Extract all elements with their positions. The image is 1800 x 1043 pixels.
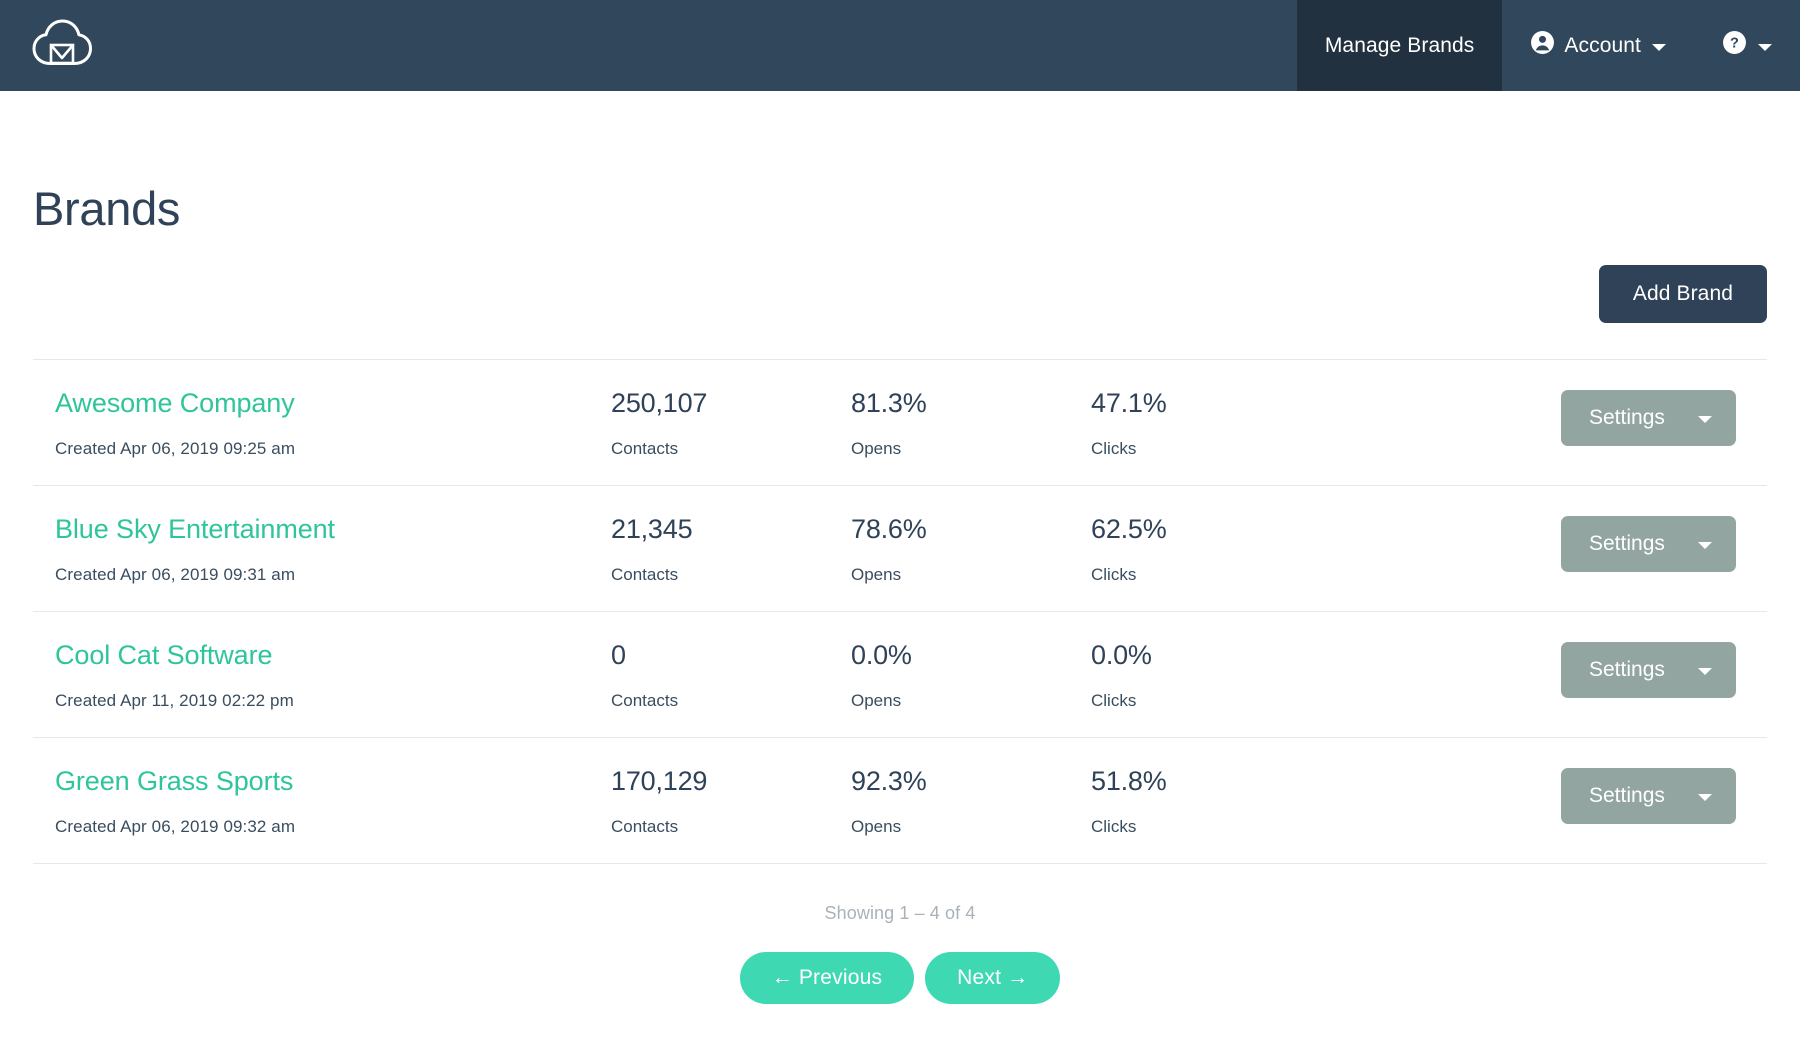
chevron-down-icon (1698, 794, 1712, 801)
stat-contacts-value: 170,129 (611, 766, 851, 797)
stat-opens: 78.6% Opens (851, 514, 1091, 585)
stat-opens-label: Opens (851, 565, 1091, 585)
stat-contacts-value: 21,345 (611, 514, 851, 545)
table-row: Awesome Company Created Apr 06, 2019 09:… (33, 360, 1767, 486)
settings-dropdown-button[interactable]: Settings (1561, 390, 1736, 446)
page-container: Brands Add Brand Awesome Company Created… (0, 181, 1800, 1004)
stat-contacts: 170,129 Contacts (611, 766, 851, 837)
stat-opens-value: 81.3% (851, 388, 1091, 419)
brand-name-cell: Green Grass Sports Created Apr 06, 2019 … (33, 766, 611, 837)
brand-name-cell: Cool Cat Software Created Apr 11, 2019 0… (33, 640, 611, 711)
nav-item-account[interactable]: Account (1502, 0, 1694, 91)
brand-name-cell: Awesome Company Created Apr 06, 2019 09:… (33, 388, 611, 459)
nav-label-manage-brands: Manage Brands (1325, 34, 1475, 58)
settings-dropdown-button[interactable]: Settings (1561, 768, 1736, 824)
stat-contacts-value: 0 (611, 640, 851, 671)
top-navbar: Manage Brands Account ? (0, 0, 1800, 91)
svg-text:?: ? (1730, 36, 1739, 52)
settings-button-label: Settings (1589, 658, 1665, 682)
stat-opens: 81.3% Opens (851, 388, 1091, 459)
table-row: Green Grass Sports Created Apr 06, 2019 … (33, 738, 1767, 864)
stat-opens-label: Opens (851, 439, 1091, 459)
stat-clicks: 0.0% Clicks (1091, 640, 1331, 711)
help-circle-icon: ? (1722, 30, 1747, 61)
chevron-down-icon (1758, 44, 1772, 51)
navbar-spacer (94, 0, 1297, 91)
settings-button-label: Settings (1589, 406, 1665, 430)
stat-contacts-label: Contacts (611, 565, 851, 585)
stat-clicks: 62.5% Clicks (1091, 514, 1331, 585)
chevron-down-icon (1652, 44, 1666, 51)
brand-list: Awesome Company Created Apr 06, 2019 09:… (33, 359, 1767, 864)
brand-link[interactable]: Cool Cat Software (55, 640, 611, 671)
stat-opens: 92.3% Opens (851, 766, 1091, 837)
stat-opens: 0.0% Opens (851, 640, 1091, 711)
stat-opens-value: 92.3% (851, 766, 1091, 797)
brand-created-date: Created Apr 06, 2019 09:32 am (55, 817, 611, 837)
toolbar: Add Brand (33, 265, 1767, 323)
row-actions: Settings (1331, 766, 1767, 824)
stat-clicks: 47.1% Clicks (1091, 388, 1331, 459)
add-brand-button[interactable]: Add Brand (1599, 265, 1767, 323)
cloud-mail-icon (30, 18, 94, 73)
logo-link[interactable] (0, 0, 94, 91)
brand-link[interactable]: Blue Sky Entertainment (55, 514, 611, 545)
chevron-down-icon (1698, 542, 1712, 549)
brand-created-date: Created Apr 06, 2019 09:31 am (55, 565, 611, 585)
pagination: Showing 1 – 4 of 4 ← Previous Next → (33, 903, 1767, 1004)
chevron-down-icon (1698, 416, 1712, 423)
stat-opens-value: 0.0% (851, 640, 1091, 671)
row-actions: Settings (1331, 388, 1767, 446)
brand-name-cell: Blue Sky Entertainment Created Apr 06, 2… (33, 514, 611, 585)
stat-opens-value: 78.6% (851, 514, 1091, 545)
settings-dropdown-button[interactable]: Settings (1561, 642, 1736, 698)
pager-buttons: ← Previous Next → (33, 952, 1767, 1004)
nav-item-help[interactable]: ? (1694, 0, 1800, 91)
stat-clicks: 51.8% Clicks (1091, 766, 1331, 837)
showing-count-text: Showing 1 – 4 of 4 (33, 903, 1767, 924)
stat-contacts-label: Contacts (611, 691, 851, 711)
stat-contacts: 250,107 Contacts (611, 388, 851, 459)
stat-clicks-label: Clicks (1091, 439, 1331, 459)
row-actions: Settings (1331, 514, 1767, 572)
stat-clicks-value: 47.1% (1091, 388, 1331, 419)
brand-link[interactable]: Awesome Company (55, 388, 611, 419)
brand-created-date: Created Apr 06, 2019 09:25 am (55, 439, 611, 459)
stat-clicks-value: 51.8% (1091, 766, 1331, 797)
table-row: Cool Cat Software Created Apr 11, 2019 0… (33, 612, 1767, 738)
stat-opens-label: Opens (851, 817, 1091, 837)
stat-clicks-label: Clicks (1091, 817, 1331, 837)
stat-contacts: 0 Contacts (611, 640, 851, 711)
stat-contacts-label: Contacts (611, 817, 851, 837)
page-title: Brands (33, 181, 1767, 236)
stat-clicks-value: 62.5% (1091, 514, 1331, 545)
row-actions: Settings (1331, 640, 1767, 698)
stat-opens-label: Opens (851, 691, 1091, 711)
brand-created-date: Created Apr 11, 2019 02:22 pm (55, 691, 611, 711)
settings-button-label: Settings (1589, 532, 1665, 556)
settings-dropdown-button[interactable]: Settings (1561, 516, 1736, 572)
stat-contacts-label: Contacts (611, 439, 851, 459)
chevron-down-icon (1698, 668, 1712, 675)
previous-page-button[interactable]: ← Previous (740, 952, 915, 1004)
stat-clicks-label: Clicks (1091, 691, 1331, 711)
stat-contacts: 21,345 Contacts (611, 514, 851, 585)
table-row: Blue Sky Entertainment Created Apr 06, 2… (33, 486, 1767, 612)
nav-label-account: Account (1564, 34, 1641, 58)
next-page-button[interactable]: Next → (925, 952, 1060, 1004)
person-icon (1530, 30, 1555, 61)
stat-contacts-value: 250,107 (611, 388, 851, 419)
stat-clicks-value: 0.0% (1091, 640, 1331, 671)
settings-button-label: Settings (1589, 784, 1665, 808)
stat-clicks-label: Clicks (1091, 565, 1331, 585)
brand-link[interactable]: Green Grass Sports (55, 766, 611, 797)
nav-item-manage-brands[interactable]: Manage Brands (1297, 0, 1503, 91)
